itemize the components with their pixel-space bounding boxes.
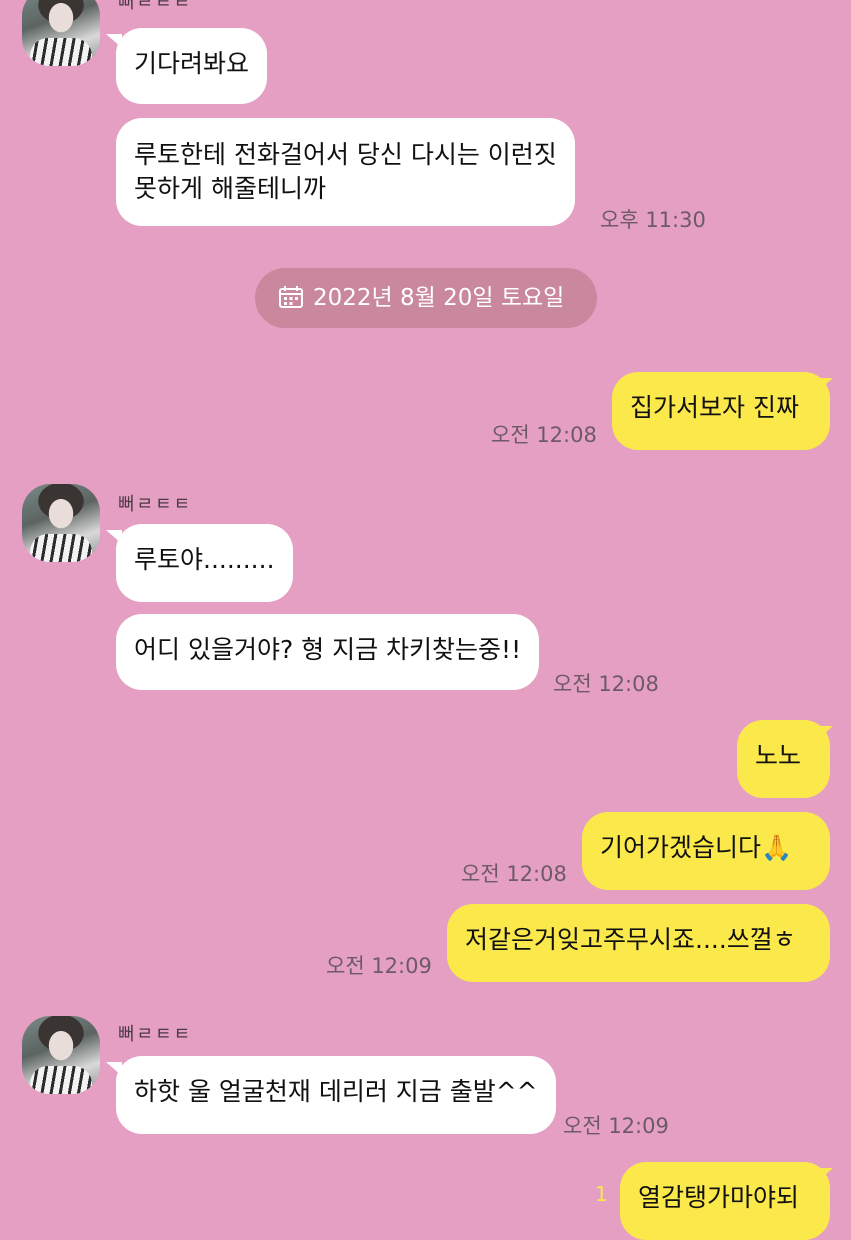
incoming-message[interactable]: 어디 있을거야? 형 지금 차키찾는중!! [116, 614, 540, 690]
message-time: 오전 12:09 [326, 954, 432, 978]
outgoing-message[interactable]: 열감탱가마야되 [620, 1162, 830, 1240]
outgoing-message[interactable]: 저같은거잊고주무시죠....쓰껄ㅎ [447, 904, 830, 982]
avatar[interactable] [22, 1016, 100, 1094]
message-time: 오후 11:30 [600, 208, 706, 232]
incoming-message[interactable]: 루토한테 전화걸어서 당신 다시는 이런짓 못하게 해줄테니까 [116, 118, 575, 226]
outgoing-message[interactable]: 집가서보자 진짜 [612, 372, 830, 450]
message-time: 오전 12:08 [491, 423, 597, 447]
outgoing-message[interactable]: 기어가겠습니다🙏 [582, 812, 830, 890]
message-time: 오전 12:09 [563, 1114, 669, 1138]
sender-name: 뻐ㄹㅌㅌ [118, 0, 193, 13]
sender-name: 뻐ㄹㅌㅌ [118, 1024, 193, 1045]
incoming-message[interactable]: 기다려봐요 [116, 28, 268, 104]
date-text: 2022년 8월 20일 토요일 [313, 285, 565, 311]
unread-count: 1 [595, 1182, 608, 1206]
message-time: 오전 12:08 [553, 672, 659, 696]
incoming-message[interactable]: 하핫 울 얼굴천재 데리러 지금 출발^^ [116, 1056, 556, 1134]
incoming-message[interactable]: 루토야......... [116, 524, 293, 602]
message-line: 루토한테 전화걸어서 당신 다시는 이런짓 [134, 140, 557, 169]
avatar[interactable] [22, 0, 100, 66]
date-divider: 2022년 8월 20일 토요일 [255, 268, 597, 328]
message-time: 오전 12:08 [461, 862, 567, 886]
avatar[interactable] [22, 484, 100, 562]
outgoing-message[interactable]: 노노 [737, 720, 830, 798]
sender-name: 뻐ㄹㅌㅌ [118, 494, 193, 515]
calendar-icon [279, 286, 303, 308]
message-line: 못하게 해줄테니까 [134, 174, 326, 203]
